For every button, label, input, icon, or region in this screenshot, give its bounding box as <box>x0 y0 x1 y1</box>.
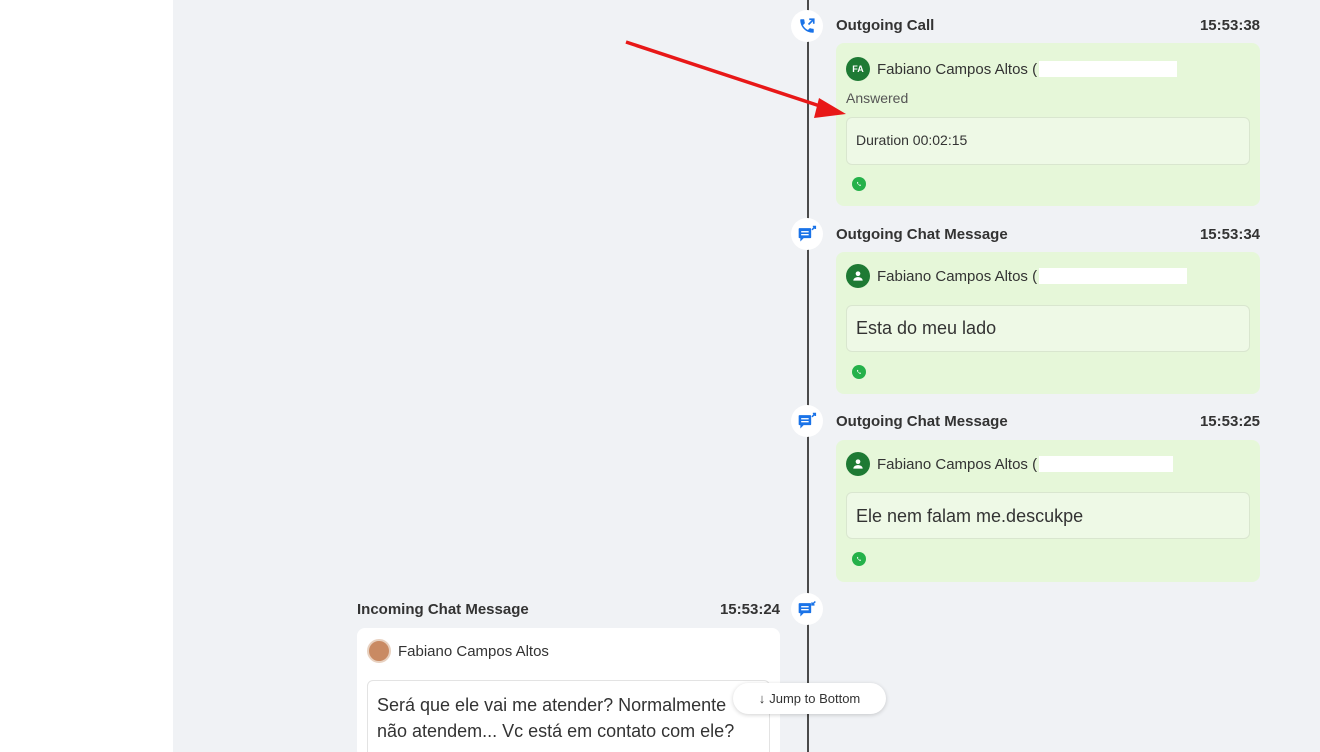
sender-name: Fabiano Campos Altos ( <box>877 60 1038 78</box>
incoming-chat-icon <box>791 593 823 625</box>
event-timestamp: 15:53:25 <box>1199 413 1260 430</box>
call-status: Answered <box>846 90 909 106</box>
redacted-contact <box>1039 456 1174 472</box>
timeline-line <box>807 0 809 752</box>
sender-name: Fabiano Campos Altos <box>398 642 549 660</box>
event-type-label: Outgoing Chat Message <box>836 413 1008 430</box>
sender-row: Fabiano Campos Altos ( <box>846 452 1174 476</box>
outgoing-chat-icon <box>791 405 823 437</box>
jump-to-bottom-button[interactable]: ↓ Jump to Bottom <box>733 683 886 714</box>
contact-avatar <box>367 639 391 663</box>
event-type-label: Incoming Chat Message <box>357 601 529 618</box>
person-icon <box>846 264 870 288</box>
sender-row: Fabiano Campos Altos ( <box>846 264 1188 288</box>
outgoing-call-icon <box>791 10 823 42</box>
arrow-down-icon: ↓ <box>758 691 766 706</box>
person-icon <box>846 452 870 476</box>
sender-row: Fabiano Campos Altos <box>367 639 549 663</box>
sender-name: Fabiano Campos Altos ( <box>877 267 1038 285</box>
left-gutter <box>0 0 173 752</box>
event-type-label: Outgoing Call <box>836 17 935 34</box>
message-text: Esta do meu lado <box>856 318 997 338</box>
sender-avatar: FA <box>846 57 870 81</box>
event-timestamp: 15:53:24 <box>719 601 780 618</box>
redacted-contact <box>1039 268 1188 284</box>
message-text: Será que ele vai me atender? Normalmente… <box>377 695 735 741</box>
event-timestamp: 15:53:38 <box>1199 17 1260 34</box>
call-duration: Duration 00:02:15 <box>856 132 968 148</box>
whatsapp-icon <box>852 365 866 379</box>
event-type-label: Outgoing Chat Message <box>836 226 1008 243</box>
sender-name: Fabiano Campos Altos ( <box>877 455 1038 473</box>
whatsapp-icon <box>852 177 866 191</box>
whatsapp-icon <box>852 552 866 566</box>
event-timestamp: 15:53:34 <box>1199 226 1260 243</box>
outgoing-chat-icon <box>791 218 823 250</box>
message-text: Ele nem falam me.descukpe <box>856 506 1084 526</box>
jump-to-bottom-label: Jump to Bottom <box>769 691 861 706</box>
redacted-contact <box>1039 61 1178 77</box>
sender-row: FA Fabiano Campos Altos ( <box>846 57 1178 81</box>
